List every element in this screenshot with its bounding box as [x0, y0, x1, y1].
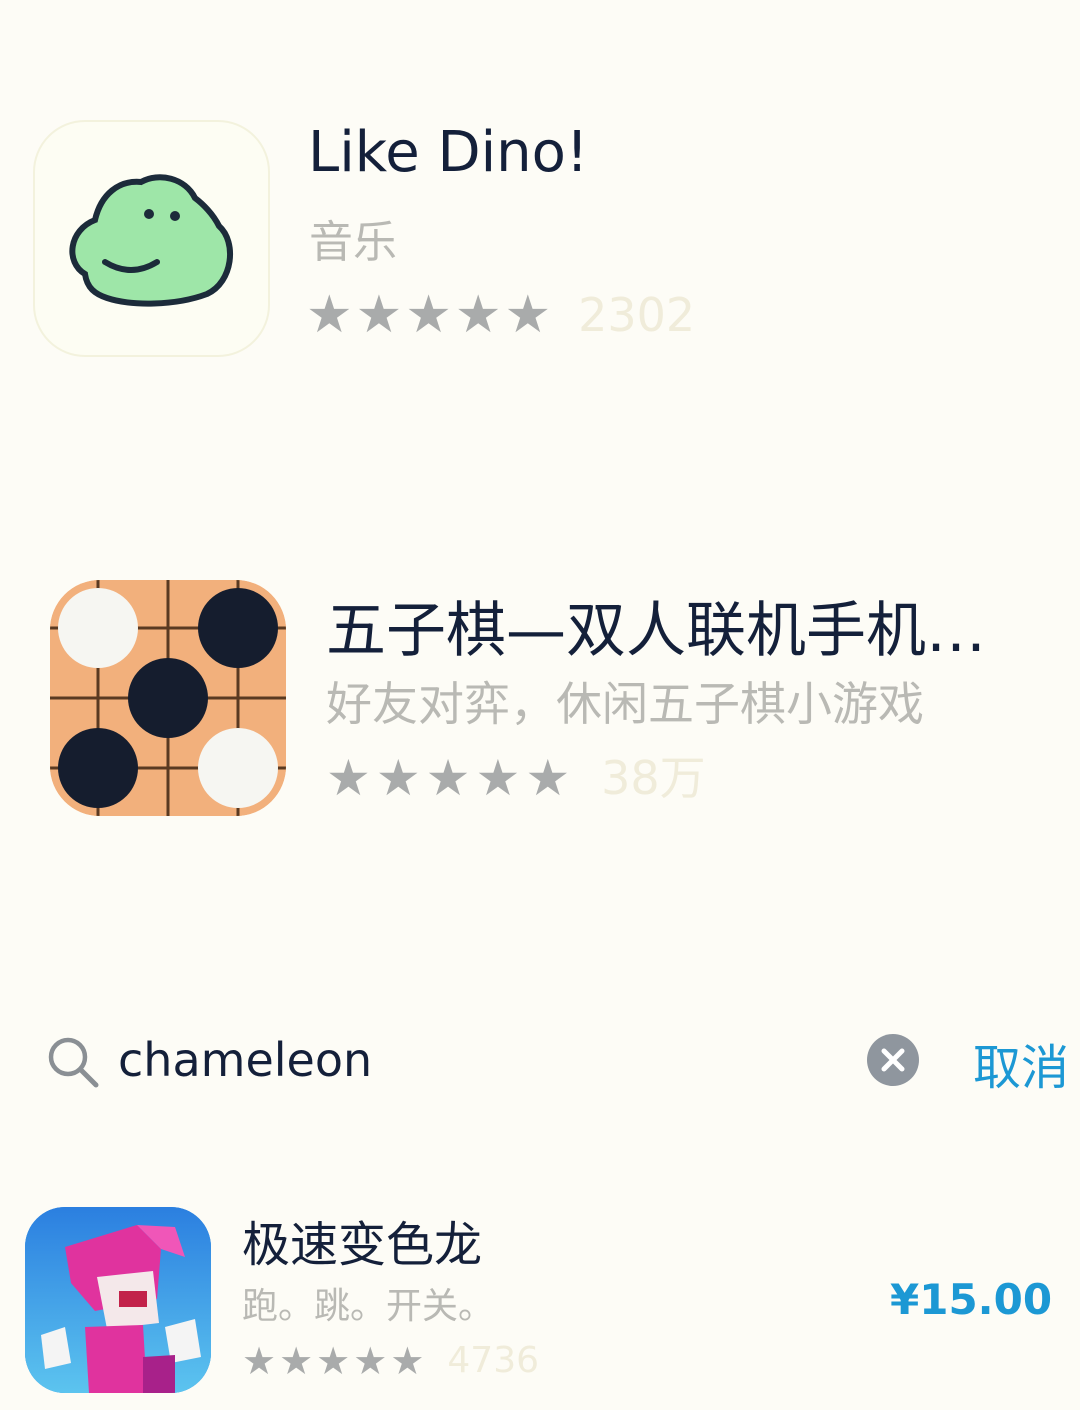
- star-icon: ★: [454, 285, 502, 345]
- star-icon: ★: [405, 285, 452, 345]
- app-list-item[interactable]: Like Dino! 音乐 ★ ★ ★ ★ ★ 2302: [0, 0, 1080, 420]
- dino-face-icon[interactable]: [33, 120, 270, 357]
- cancel-button[interactable]: 取消: [973, 1028, 1069, 1098]
- rating: ★ ★ ★ ★ ★ 38万: [326, 752, 706, 804]
- star-icon: ★: [504, 285, 552, 345]
- star-icon: ★: [425, 749, 471, 807]
- rating: ★ ★ ★ ★ ★ 4736: [242, 1341, 539, 1381]
- star-icon: ★: [316, 1339, 351, 1383]
- search-result-item[interactable]: 极速变色龙 跑。跳。开关。 ★ ★ ★ ★ ★ 4736 ¥15.00: [0, 1195, 1080, 1410]
- app-title[interactable]: 极速变色龙: [242, 1205, 482, 1275]
- clear-icon[interactable]: [867, 1034, 919, 1086]
- star-half-icon: ★: [390, 1339, 425, 1383]
- star-icon: ★: [306, 285, 353, 345]
- rating: ★ ★ ★ ★ ★ 2302: [306, 288, 696, 342]
- star-icon: ★: [326, 749, 371, 807]
- chameleon-run-icon[interactable]: [25, 1207, 211, 1393]
- price-button[interactable]: ¥15.00: [890, 1275, 1052, 1324]
- star-icon: ★: [279, 1339, 314, 1383]
- star-half-icon: ★: [525, 749, 571, 807]
- rating-count: 4736: [447, 1340, 540, 1381]
- search-input[interactable]: [118, 1028, 818, 1092]
- gomoku-board-icon[interactable]: [50, 580, 286, 816]
- star-rating: ★ ★ ★ ★ ★: [306, 289, 554, 341]
- star-icon: ★: [475, 749, 521, 807]
- star-icon: ★: [353, 1339, 388, 1383]
- app-subtitle: 跑。跳。开关。: [242, 1286, 495, 1327]
- app-list-item[interactable]: 五子棋—双人联机手机… 好友对弈，休闲五子棋小游戏 ★ ★ ★ ★ ★ 38万: [0, 560, 1080, 840]
- app-subtitle: 好友对弈，休闲五子棋小游戏: [326, 677, 924, 731]
- search-bar: 取消: [0, 1010, 1080, 1110]
- rating-count: 38万: [601, 751, 706, 805]
- rating-count: 2302: [578, 288, 696, 342]
- search-icon: [46, 1035, 102, 1091]
- star-icon: ★: [242, 1339, 277, 1383]
- star-rating: ★ ★ ★ ★ ★: [242, 1342, 427, 1380]
- app-title[interactable]: 五子棋—双人联机手机…: [326, 582, 986, 669]
- star-icon: ★: [355, 285, 403, 345]
- star-rating: ★ ★ ★ ★ ★: [326, 753, 575, 803]
- app-category: 音乐: [309, 217, 397, 268]
- app-title[interactable]: Like Dino!: [308, 120, 588, 185]
- star-icon: ★: [375, 749, 421, 807]
